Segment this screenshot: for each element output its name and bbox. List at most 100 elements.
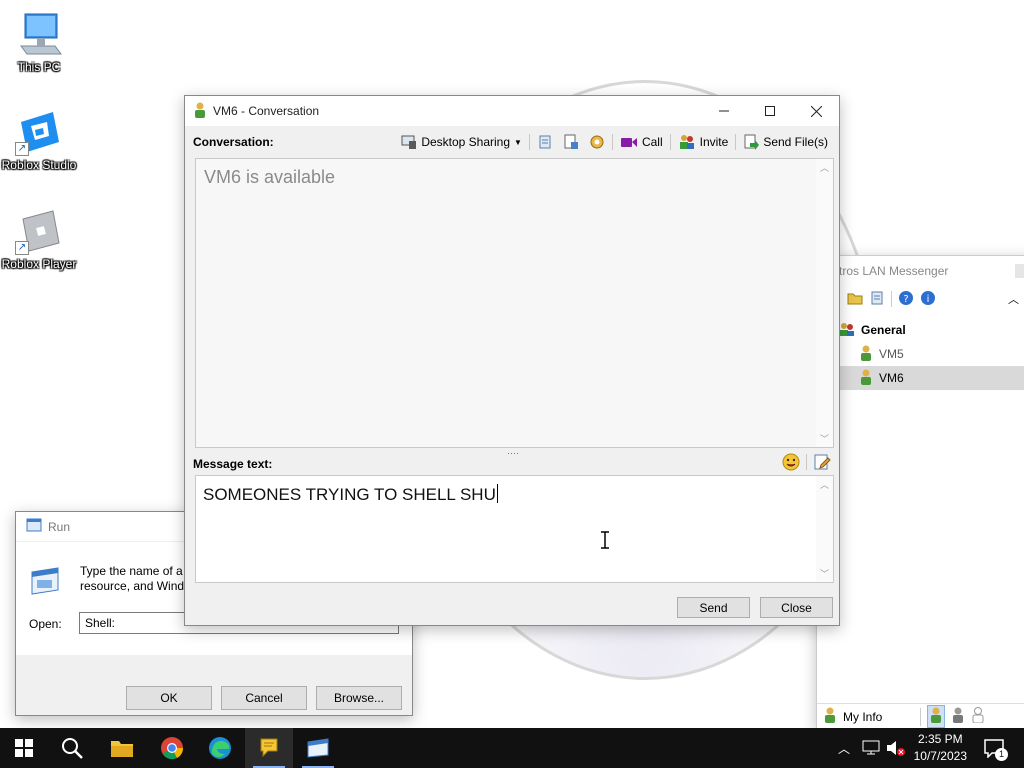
chrome-button[interactable]: [148, 728, 196, 768]
desktop-sharing-button[interactable]: Desktop Sharing ▼: [398, 134, 525, 150]
run-taskbar-button[interactable]: [294, 728, 342, 768]
search-button[interactable]: [48, 728, 96, 768]
toolbar-separator: [669, 134, 671, 150]
conversation-titlebar[interactable]: VM6 - Conversation: [185, 96, 839, 126]
message-text: SOMEONES TRYING TO SHELL SHU: [203, 484, 498, 504]
show-hidden-icons-button[interactable]: ︿: [838, 740, 850, 757]
message-input[interactable]: SOMEONES TRYING TO SHELL SHU ︿ ﹀: [195, 475, 834, 583]
message-label: Message text:: [193, 457, 273, 471]
message-scrollbar[interactable]: ︿ ﹀: [816, 476, 833, 582]
desktop-icon-roblox-studio[interactable]: ↗ Roblox Studio: [0, 108, 78, 172]
edge-button[interactable]: [196, 728, 244, 768]
conversation-window[interactable]: VM6 - Conversation Conversation: Desktop…: [184, 95, 840, 626]
conversation-label: Conversation:: [193, 135, 274, 149]
run-program-icon: [28, 566, 62, 599]
maximize-icon[interactable]: [1015, 264, 1024, 278]
status-separator: [920, 707, 922, 726]
info-icon[interactable]: i: [920, 290, 936, 309]
emoticon-button[interactable]: [782, 453, 800, 474]
close-icon: [810, 105, 822, 117]
desktop-icon-this-pc[interactable]: This PC: [0, 10, 78, 74]
clock[interactable]: 2:35 PM 10/7/2023: [914, 731, 967, 765]
messenger-icon: [260, 738, 278, 758]
scroll-down-icon[interactable]: ﹀: [816, 567, 833, 580]
roblox-studio-icon: ↗: [15, 108, 63, 156]
chrome-icon: [161, 737, 184, 760]
network-icon[interactable]: [862, 739, 880, 758]
run-app-icon: [26, 518, 42, 535]
windows-logo-icon: [15, 739, 33, 757]
save-document-icon: [564, 134, 578, 149]
minimize-button[interactable]: [701, 96, 747, 126]
contact-item[interactable]: VM5: [817, 342, 1024, 366]
edge-icon: [209, 737, 231, 759]
desktop-sharing-icon: [401, 135, 417, 149]
file-explorer-button[interactable]: [98, 728, 146, 768]
messenger-title: tros LAN Messenger: [817, 256, 1024, 286]
status-message: VM6 is available: [204, 167, 336, 187]
run-icon: [307, 738, 329, 758]
notification-center-button[interactable]: 1: [984, 738, 1008, 761]
conversation-title: VM6 - Conversation: [213, 104, 320, 118]
search-icon: [62, 738, 83, 759]
desktop-icon-label: Roblox Studio: [1, 158, 77, 172]
send-file-icon: [744, 134, 760, 150]
minimize-icon: [719, 110, 729, 112]
history-icon: [539, 135, 551, 149]
my-info-button[interactable]: My Info: [843, 710, 882, 724]
edit-format-icon: [814, 454, 831, 470]
volume-muted-icon[interactable]: [886, 739, 906, 760]
my-info-icon[interactable]: [823, 707, 837, 726]
font-settings-button[interactable]: [813, 453, 831, 474]
scroll-up-icon[interactable]: ︿: [816, 161, 833, 174]
conversation-history[interactable]: VM6 is available ︿ ﹀: [195, 158, 834, 448]
scroll-down-icon[interactable]: ﹀: [816, 432, 833, 445]
open-folder-icon[interactable]: [847, 290, 863, 309]
status-online-icon[interactable]: [927, 705, 946, 728]
send-files-button[interactable]: Send File(s): [740, 134, 831, 150]
gear-icon: [590, 135, 604, 149]
contact-item[interactable]: VM6: [817, 366, 1024, 390]
close-button[interactable]: Close: [760, 597, 833, 618]
maximize-button[interactable]: [747, 96, 793, 126]
ok-button[interactable]: OK: [126, 686, 212, 710]
toolbar-separator: [735, 134, 737, 150]
status-busy-icon[interactable]: [951, 707, 965, 726]
maximize-icon: [765, 106, 775, 116]
history-icon[interactable]: [869, 290, 885, 309]
messenger-toolbar: ? i ︿: [817, 286, 1024, 312]
splitter-handle[interactable]: ····: [505, 449, 521, 458]
invite-button[interactable]: Invite: [675, 134, 732, 150]
toolbar-separator: [611, 134, 613, 150]
user-online-icon: [859, 345, 873, 364]
send-button[interactable]: Send: [677, 597, 750, 618]
history-button[interactable]: [534, 134, 556, 150]
desktop-icon-roblox-player[interactable]: ↗ Roblox Player: [0, 207, 78, 271]
settings-button[interactable]: [586, 134, 608, 150]
cancel-button[interactable]: Cancel: [221, 686, 307, 710]
collapse-icon[interactable]: ︿: [1008, 291, 1019, 307]
invite-users-icon: [679, 135, 694, 149]
browse-button[interactable]: Browse...: [316, 686, 402, 710]
start-button[interactable]: [0, 728, 48, 768]
conversation-scrollbar[interactable]: ︿ ﹀: [816, 159, 833, 447]
tree-group-general[interactable]: General: [817, 318, 1024, 342]
messenger-window[interactable]: tros LAN Messenger ? i ︿ General VM5 VM6…: [816, 255, 1024, 730]
close-window-button[interactable]: [793, 96, 839, 126]
lan-messenger-taskbar-button[interactable]: [245, 728, 293, 768]
run-open-label: Open:: [29, 617, 62, 631]
status-offline-icon[interactable]: [971, 707, 985, 726]
desktop-icon-label: This PC: [17, 60, 61, 74]
scroll-up-icon[interactable]: ︿: [816, 478, 833, 491]
toolbar-separator: [528, 134, 530, 150]
taskbar: ︿ 2:35 PM 10/7/2023 1: [0, 728, 1024, 768]
contact-tree: General VM5 VM6: [817, 312, 1024, 390]
toolbar-separator: [806, 454, 807, 470]
smiley-icon: [782, 453, 800, 471]
user-online-icon: [193, 102, 207, 121]
help-icon[interactable]: ?: [898, 290, 914, 309]
text-cursor-icon: [600, 531, 610, 552]
run-description: Type the name of a p resource, and Windo: [80, 564, 193, 593]
call-button[interactable]: Call: [617, 135, 666, 149]
save-conversation-button[interactable]: [560, 134, 582, 150]
